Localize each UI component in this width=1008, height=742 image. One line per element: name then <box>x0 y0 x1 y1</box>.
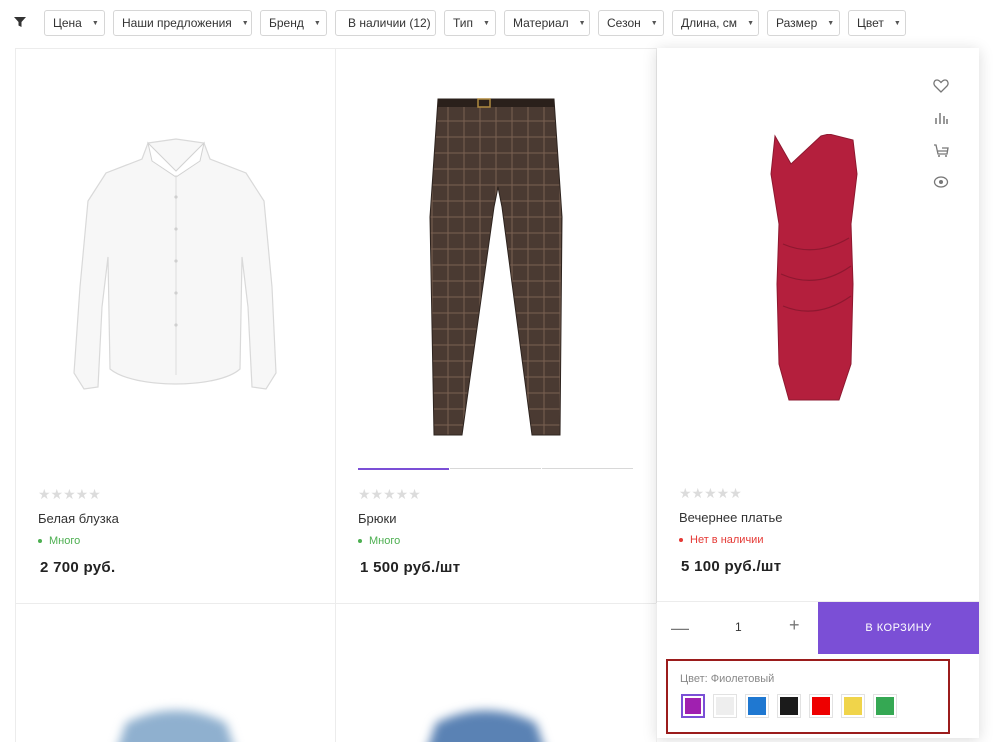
caret-down-icon: ▼ <box>241 19 249 27</box>
color-swatch-purple[interactable] <box>681 694 705 718</box>
product-card[interactable]: ★★★★★ Белая блузка Много 2 700 руб. <box>15 48 336 604</box>
filter-size[interactable]: Размер ▼ <box>767 10 840 36</box>
quantity-input[interactable]: 1 <box>735 620 742 634</box>
product-actions <box>933 78 949 206</box>
caret-down-icon: ▼ <box>313 19 321 27</box>
color-swatch-blue[interactable] <box>745 694 769 718</box>
filter-bar: Цена ▼ Наши предложения ▼ Бренд ▼ В наличии… <box>0 10 1008 36</box>
caret-down-icon: ▼ <box>483 19 490 27</box>
filter-material[interactable]: Материал ▼ <box>504 10 590 36</box>
product-card-expanded[interactable]: ★★★★★ Вечернее платье Нет в наличии 5 10… <box>657 48 979 738</box>
color-swatch-green[interactable] <box>873 694 897 718</box>
filter-type[interactable]: Тип ▼ <box>444 10 496 36</box>
cart-icon[interactable] <box>933 142 949 158</box>
product-image[interactable] <box>406 703 566 742</box>
funnel-icon[interactable] <box>14 16 26 28</box>
product-image[interactable] <box>424 97 568 443</box>
caret-down-icon: ▼ <box>91 19 99 27</box>
rating-stars: ★★★★★ <box>38 486 101 502</box>
product-price: 2 700 руб. <box>40 559 116 576</box>
filter-season[interactable]: Сезон ▼ <box>598 10 664 36</box>
compare-icon[interactable] <box>933 110 949 126</box>
stock-status: Нет в наличии <box>679 534 763 546</box>
caret-down-icon: ▼ <box>578 19 586 27</box>
product-price: 1 500 руб./шт <box>360 559 461 576</box>
filter-color[interactable]: Цвет ▼ <box>848 10 906 36</box>
stock-dot-icon <box>679 538 683 542</box>
rating-stars: ★★★★★ <box>679 485 742 501</box>
product-price: 5 100 руб./шт <box>681 558 782 575</box>
product-name[interactable]: Вечернее платье <box>679 510 782 525</box>
product-name[interactable]: Брюки <box>358 511 396 526</box>
heart-icon[interactable] <box>933 78 949 94</box>
caret-down-icon: ▼ <box>827 19 835 27</box>
caret-down-icon: ▼ <box>650 19 658 27</box>
color-swatch-yellow[interactable] <box>841 694 865 718</box>
color-swatches <box>681 694 905 718</box>
product-image[interactable] <box>68 137 284 401</box>
caret-down-icon: ▼ <box>747 19 754 27</box>
rating-stars: ★★★★★ <box>358 486 421 502</box>
image-slider-indicator[interactable] <box>358 468 636 470</box>
color-picker: Цвет: Фиолетовый <box>666 659 950 734</box>
filter-offers[interactable]: Наши предложения ▼ <box>113 10 252 36</box>
product-grid: ★★★★★ Белая блузка Много 2 700 руб. ★★★★… <box>15 48 1008 742</box>
quantity-decrease-button[interactable]: — <box>671 618 689 639</box>
stock-status: Много <box>38 535 80 547</box>
eye-icon[interactable] <box>933 174 949 190</box>
product-card[interactable] <box>15 603 336 742</box>
color-label: Цвет: Фиолетовый <box>680 673 775 685</box>
filter-brand[interactable]: Бренд ▼ <box>260 10 327 36</box>
product-image[interactable] <box>96 703 256 742</box>
caret-down-icon: ▼ <box>893 19 901 27</box>
filter-in-stock[interactable]: В наличии (12) <box>335 10 436 36</box>
color-swatch-red[interactable] <box>809 694 833 718</box>
quantity-increase-button[interactable]: + <box>789 615 800 636</box>
color-swatch-black[interactable] <box>777 694 801 718</box>
product-card[interactable]: ★★★★★ Брюки Много 1 500 руб./шт <box>336 48 657 604</box>
product-image[interactable] <box>765 134 865 404</box>
stock-dot-icon <box>38 539 42 543</box>
buy-bar: — 1 + В КОРЗИНУ <box>657 601 979 654</box>
filter-price[interactable]: Цена ▼ <box>44 10 105 36</box>
filter-length[interactable]: Длина, см ▼ <box>672 10 759 36</box>
add-to-cart-button[interactable]: В КОРЗИНУ <box>818 602 979 654</box>
product-name[interactable]: Белая блузка <box>38 511 119 526</box>
color-swatch-white[interactable] <box>713 694 737 718</box>
product-card[interactable] <box>336 603 657 742</box>
stock-dot-icon <box>358 539 362 543</box>
stock-status: Много <box>358 535 400 547</box>
